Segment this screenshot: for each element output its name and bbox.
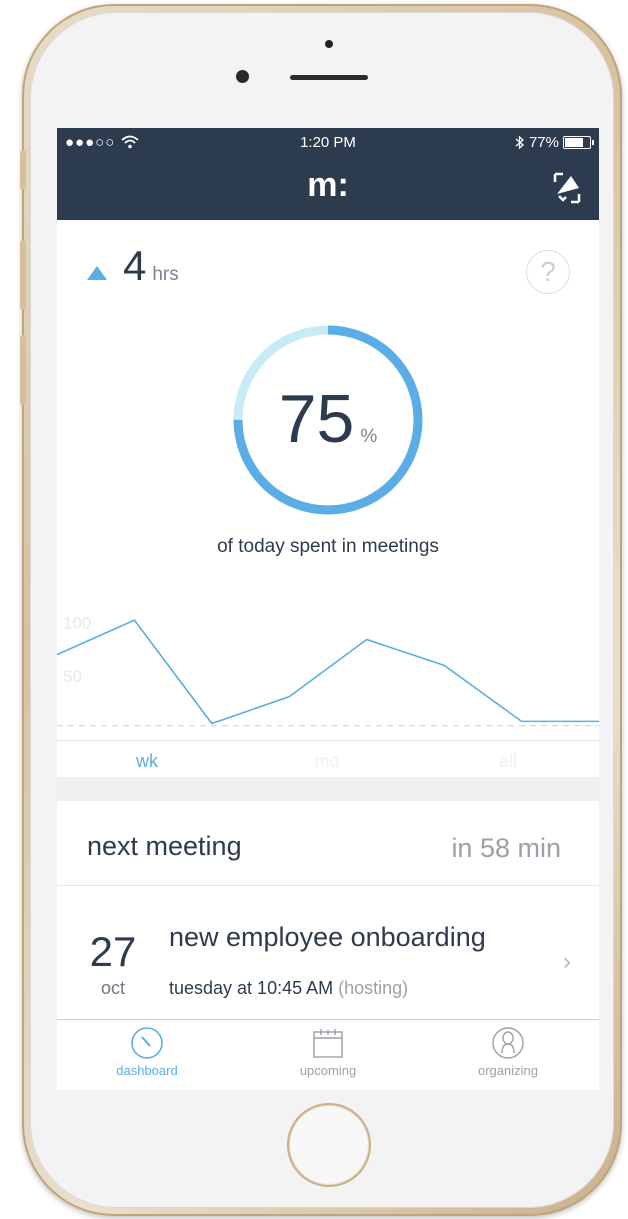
tab-organizing[interactable]: organizing [448, 1026, 568, 1078]
hours-value: 4 [123, 242, 147, 289]
help-icon[interactable]: ? [526, 250, 570, 294]
y-tick-label: 50 [63, 667, 82, 686]
tab-dashboard-label: dashboard [116, 1063, 178, 1078]
hours-unit: hrs [152, 264, 179, 285]
meeting-row[interactable]: 27 oct new employee onboarding tuesday a… [57, 886, 599, 1020]
status-bar: ●●●○○ 1:20 PM 77% [57, 128, 599, 158]
proximity-sensor [325, 40, 333, 48]
dashboard-summary-card: 4 hrs ? 75% of today spent in meetings 1… [57, 220, 599, 777]
meeting-time: tuesday at 10:45 AM (hosting) [169, 978, 408, 999]
dashboard-icon [131, 1027, 163, 1059]
chevron-right-icon: › [563, 948, 571, 975]
app-logo: m: [307, 166, 349, 204]
next-meeting-countdown: in 58 min [451, 833, 561, 863]
tab-dashboard[interactable]: dashboard [87, 1026, 207, 1078]
nav-bar: m: [57, 158, 599, 220]
front-camera [236, 70, 249, 83]
home-button[interactable] [287, 1103, 371, 1187]
bottom-tab-bar: dashboard upcoming organizing [57, 1020, 599, 1090]
y-tick-label: 100 [63, 613, 91, 632]
status-right: 77% [515, 134, 594, 151]
calendar-icon [313, 1029, 343, 1058]
app-screen: ●●●○○ 1:20 PM 77% m: 4 hrs ? 75 % of tod… [57, 128, 599, 1090]
meeting-title: new employee onboarding [169, 922, 486, 952]
side-button-volume-down [20, 335, 26, 405]
percent-readout: 75% [57, 380, 599, 458]
side-button-volume-up [20, 240, 26, 310]
hours-summary: 4 hrs [87, 242, 179, 290]
tab-upcoming[interactable]: upcoming [268, 1026, 388, 1078]
next-meeting-label: next meeting [87, 831, 242, 861]
percent-value: 75 [278, 381, 355, 457]
battery-level [565, 138, 584, 147]
series-line [57, 619, 599, 725]
period-tabs: wk mo all [57, 740, 599, 778]
megaphone-icon[interactable] [549, 170, 585, 206]
side-button-mute [20, 150, 26, 190]
tab-month[interactable]: mo [267, 751, 387, 772]
meeting-role: (hosting) [338, 978, 409, 998]
tab-organizing-label: organizing [478, 1063, 538, 1078]
earpiece-speaker [290, 75, 368, 80]
meeting-hours-chart: 100 50 [57, 613, 599, 727]
tab-week[interactable]: wk [87, 751, 207, 772]
percent-caption: of today spent in meetings [217, 536, 439, 557]
tab-upcoming-label: upcoming [299, 1063, 357, 1078]
percent-unit: % [360, 426, 378, 447]
meeting-when: tuesday at 10:45 AM [169, 978, 334, 998]
tab-all[interactable]: all [448, 751, 568, 772]
bluetooth-icon [515, 135, 524, 150]
battery-icon [563, 136, 594, 149]
meeting-month: oct [100, 978, 125, 998]
battery-percent: 77% [528, 134, 559, 151]
next-meeting-header: next meeting in 58 min [57, 801, 599, 886]
person-icon [492, 1027, 524, 1059]
meeting-day: 27 [89, 928, 137, 975]
trend-up-icon [87, 266, 107, 280]
